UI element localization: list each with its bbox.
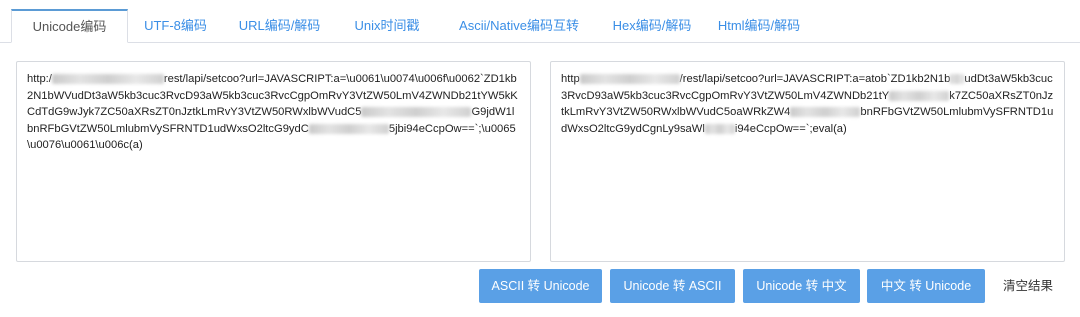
redacted-segment	[704, 123, 735, 134]
redacted-segment	[308, 123, 389, 134]
redacted-host	[579, 74, 680, 85]
redacted-segment	[950, 74, 965, 85]
chinese-to-unicode-button[interactable]: 中文 转 Unicode	[867, 269, 985, 303]
tab-utf8[interactable]: UTF-8编码	[128, 9, 223, 43]
output-text: http/rest/lapi/setcoo?url=JAVASCRIPT:a=a…	[561, 73, 1054, 135]
unicode-to-ascii-button[interactable]: Unicode 转 ASCII	[610, 269, 735, 303]
redacted-segment	[790, 107, 861, 118]
tab-url[interactable]: URL编码/解码	[223, 9, 336, 43]
input-textarea[interactable]: http:/rest/lapi/setcoo?url=JAVASCRIPT:a=…	[16, 61, 531, 262]
redacted-segment	[361, 107, 472, 118]
redacted-segment	[889, 90, 950, 101]
tab-html[interactable]: Html编码/解码	[704, 9, 814, 43]
clear-results-button[interactable]: 清空结果	[992, 269, 1064, 303]
tab-unicode[interactable]: Unicode编码	[11, 9, 128, 43]
input-text: http:/rest/lapi/setcoo?url=JAVASCRIPT:a=…	[27, 73, 518, 151]
ascii-to-unicode-button[interactable]: ASCII 转 Unicode	[479, 269, 602, 303]
tab-hex[interactable]: Hex编码/解码	[600, 9, 704, 43]
tab-unix-timestamp[interactable]: Unix时间戳	[336, 9, 438, 43]
unicode-to-chinese-button[interactable]: Unicode 转 中文	[743, 269, 860, 303]
redacted-host	[51, 74, 164, 85]
tab-bar: Unicode编码 UTF-8编码 URL编码/解码 Unix时间戳 Ascii…	[0, 0, 1080, 43]
output-textarea[interactable]: http/rest/lapi/setcoo?url=JAVASCRIPT:a=a…	[550, 61, 1065, 262]
tab-ascii-native[interactable]: Ascii/Native编码互转	[438, 9, 600, 43]
